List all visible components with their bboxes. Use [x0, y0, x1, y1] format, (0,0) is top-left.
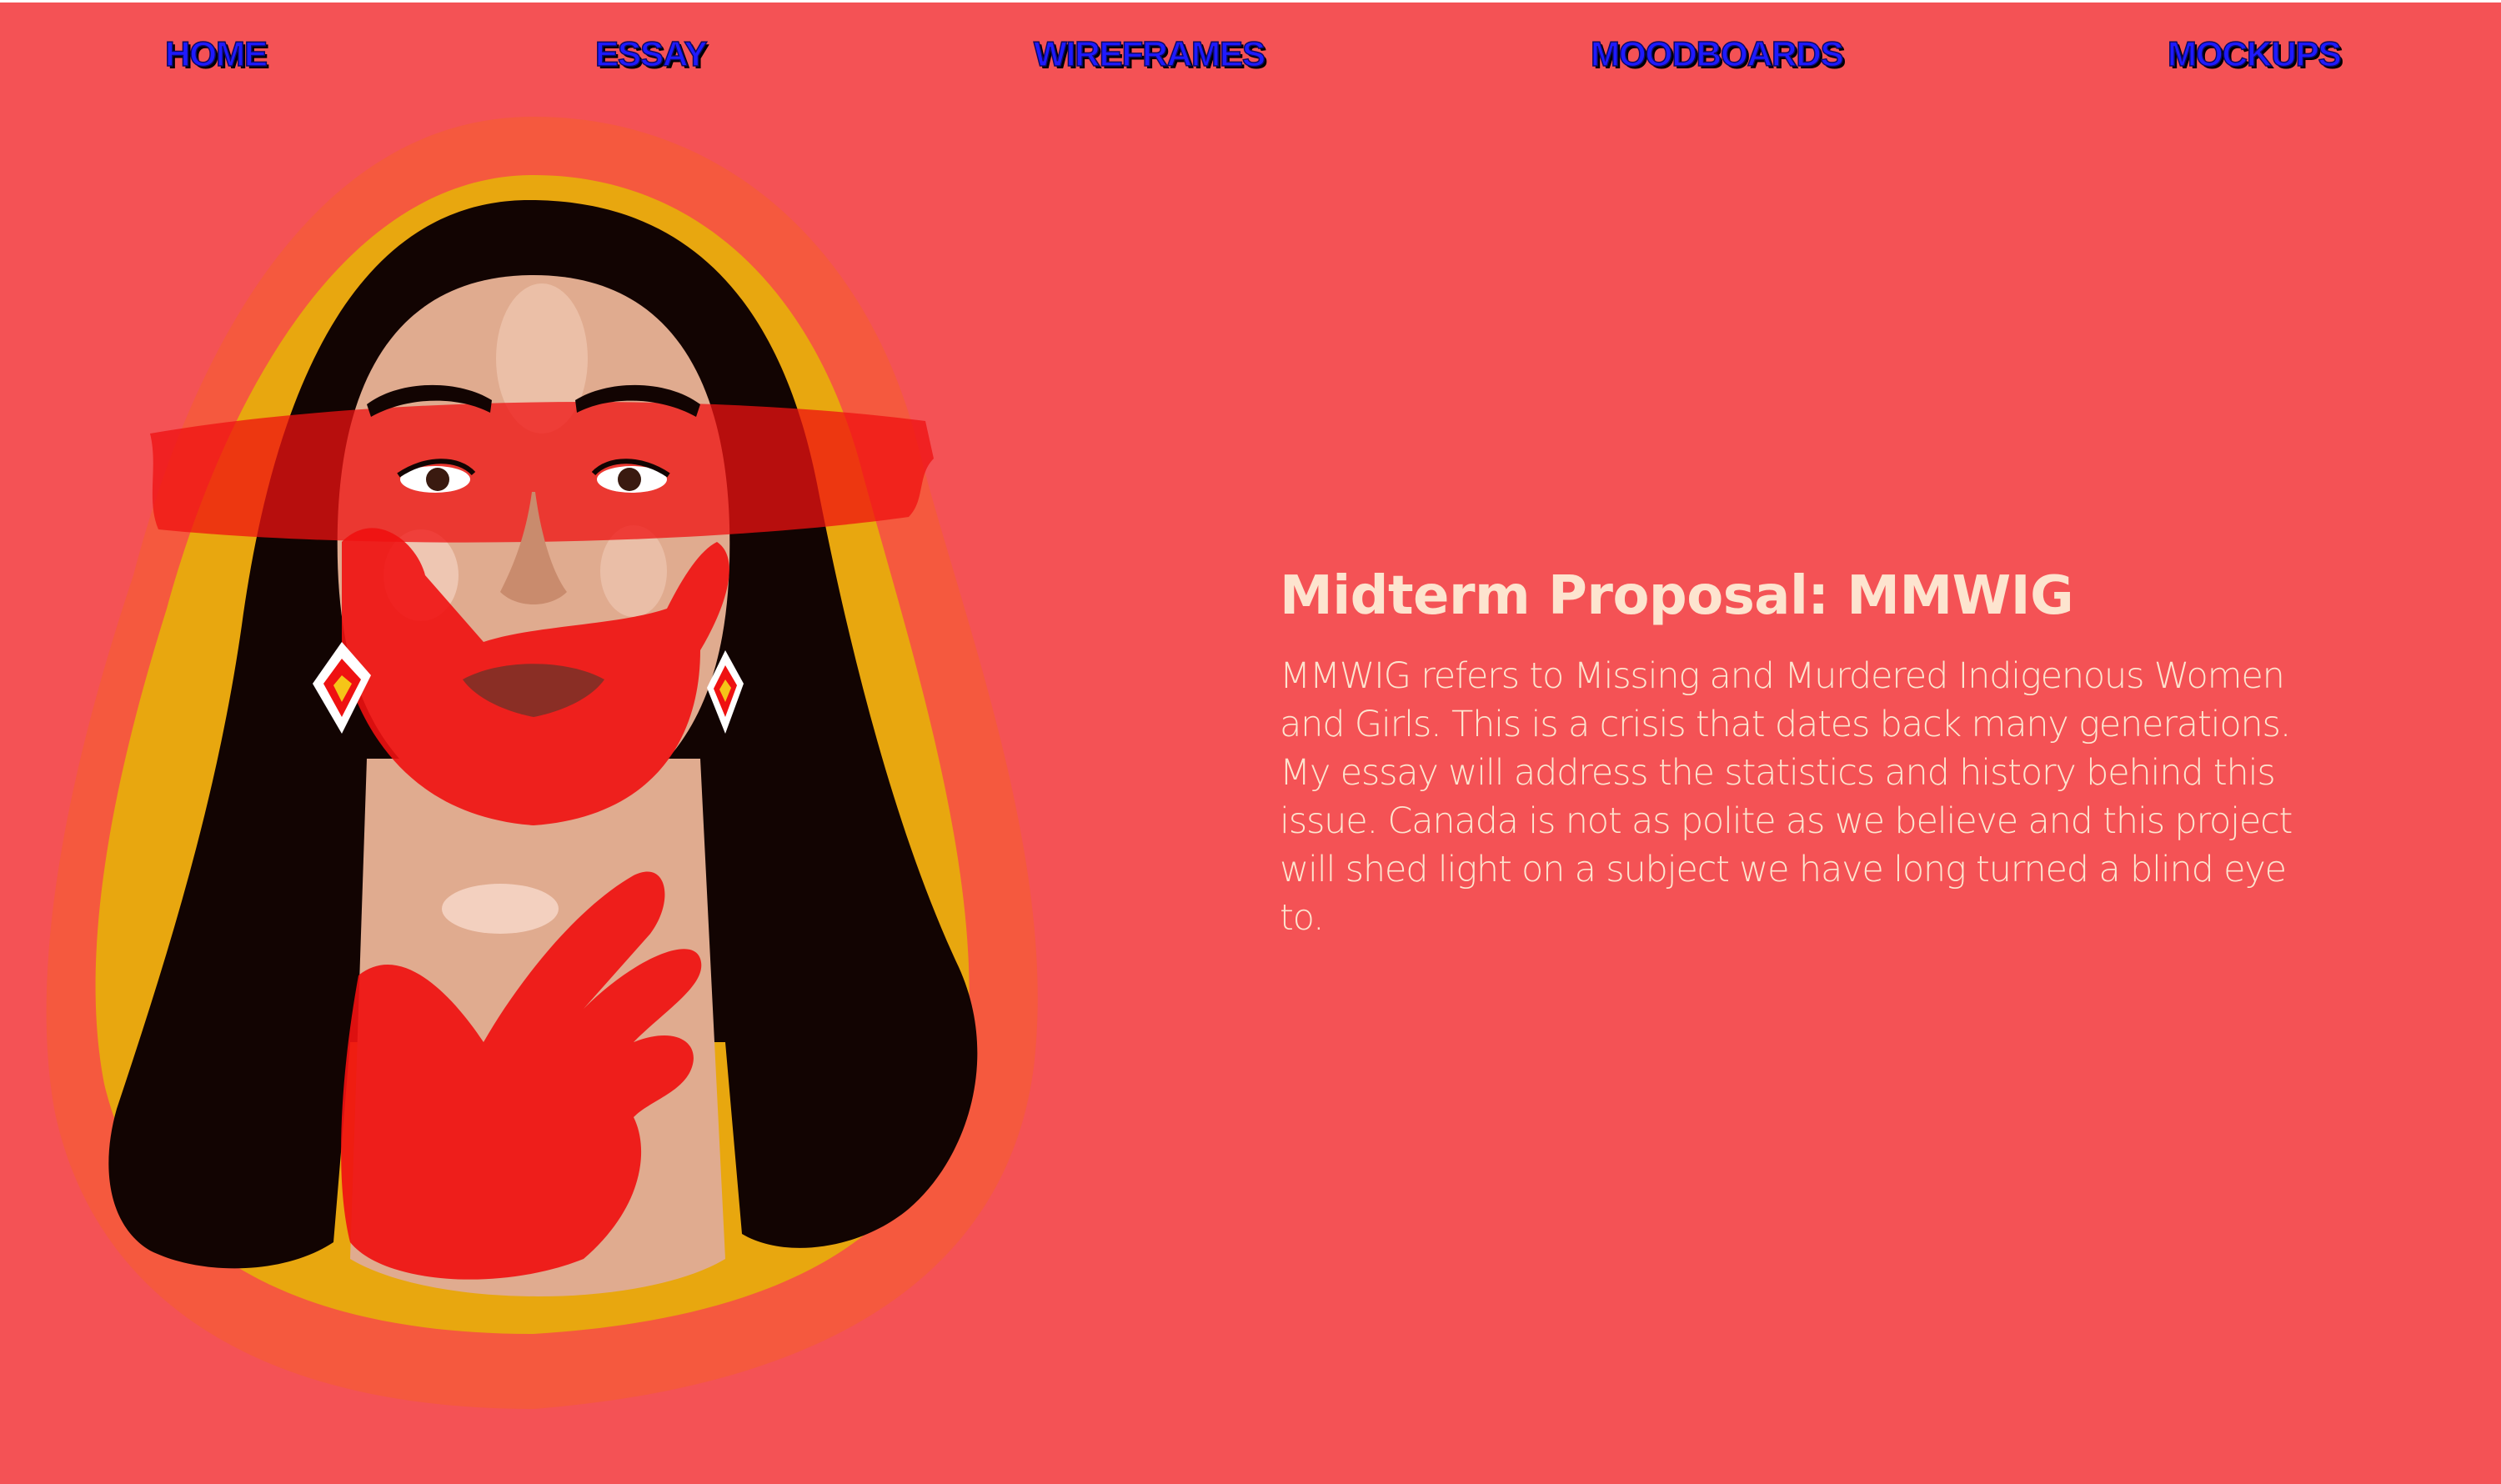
nav-home-link[interactable]: HOME [164, 32, 268, 77]
nav-essay-link[interactable]: ESSAY [594, 32, 708, 77]
top-navigation: HOME ESSAY WIREFRAMES MOODBOARDS MOCKUPS [0, 0, 2501, 108]
nav-mockups-link[interactable]: MOCKUPS [2167, 32, 2342, 77]
page-title: Midterm Proposal: MMWIG [1280, 565, 2074, 627]
portrait-illustration [33, 108, 1067, 1426]
nav-moodboards-link[interactable]: MOODBOARDS [1590, 32, 1844, 77]
proposal-content: Midterm Proposal: MMWIG MMWIG refers to … [1280, 559, 2363, 942]
nav-wireframes-link[interactable]: WIREFRAMES [1033, 32, 1266, 77]
eye-brush-stroke [150, 402, 934, 543]
proposal-description: MMWIG refers to Missing and Murdered Ind… [1280, 655, 2293, 939]
